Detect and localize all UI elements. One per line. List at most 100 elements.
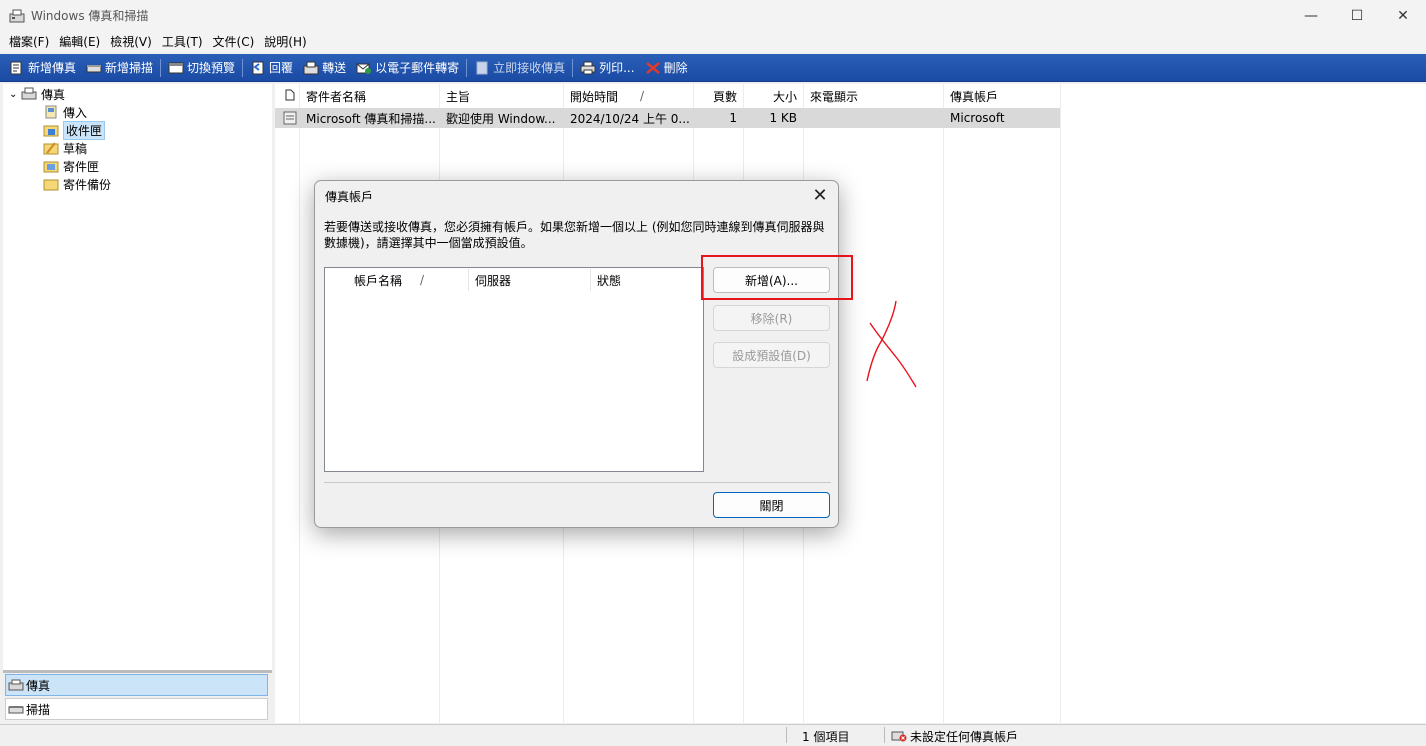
nav-scan-label: 掃描 xyxy=(26,702,51,717)
close-window-button[interactable]: ✕ xyxy=(1380,0,1426,31)
tree-root-label: 傳真 xyxy=(41,87,66,102)
delete-x-icon xyxy=(645,61,661,75)
cell-account: Microsoft xyxy=(950,111,1005,125)
receive-now-button[interactable]: 立即接收傳真 xyxy=(469,56,570,80)
reply-label: 回覆 xyxy=(269,61,294,75)
toggle-preview-button[interactable]: 切換預覽 xyxy=(163,56,240,80)
tree-item-outbox[interactable]: 寄件匣 xyxy=(43,157,99,175)
reply-icon xyxy=(250,61,266,75)
menu-view[interactable]: 檢視(V) xyxy=(105,33,157,50)
tree-item-label: 寄件匣 xyxy=(63,159,100,174)
dialog-close-button[interactable]: 關閉 xyxy=(713,492,830,518)
column-server-label: 伺服器 xyxy=(475,273,512,288)
nav-fax-label: 傳真 xyxy=(26,678,51,693)
status-account: 未設定任何傳真帳戶 xyxy=(891,728,1018,745)
tree-item-incoming[interactable]: 傳入 xyxy=(43,103,87,121)
column-sender-label: 寄件者名稱 xyxy=(306,89,367,104)
tree-item-label: 寄件備份 xyxy=(63,177,112,192)
menu-help[interactable]: 說明(H) xyxy=(259,33,311,50)
column-pages[interactable]: 頁數 xyxy=(694,84,743,108)
new-fax-button[interactable]: 新增傳真 xyxy=(4,56,81,80)
forward-email-button[interactable]: 以電子郵件轉寄 xyxy=(351,56,464,80)
menu-file[interactable]: 檔案(F) xyxy=(4,33,54,50)
print-label: 列印... xyxy=(599,61,635,75)
maximize-button[interactable]: ☐ xyxy=(1334,0,1380,31)
menu-document[interactable]: 文件(C) xyxy=(208,33,260,50)
row-fax-icon xyxy=(277,108,299,128)
column-subject[interactable]: 主旨 xyxy=(440,84,563,108)
scanner-icon xyxy=(86,61,102,75)
column-divider xyxy=(943,84,944,723)
column-account[interactable]: 傳真帳戶 xyxy=(944,84,1060,108)
column-size-label: 大小 xyxy=(772,89,797,104)
accounts-list[interactable]: 帳戶名稱 / 伺服器 狀態 xyxy=(324,267,704,472)
column-status[interactable]: 狀態 xyxy=(597,268,621,292)
dialog-close-icon[interactable]: ✕ xyxy=(810,184,830,206)
drafts-folder-icon xyxy=(43,141,59,155)
reply-button[interactable]: 回覆 xyxy=(245,56,298,80)
column-caller-id[interactable]: 來電顯示 xyxy=(804,84,943,108)
status-account-label: 未設定任何傳真帳戶 xyxy=(910,730,1019,744)
tree-root-fax[interactable]: ⌄ 傳真 xyxy=(9,85,65,103)
cell-pages: 1 xyxy=(729,111,737,125)
menu-bar: 檔案(F) 編輯(E) 檢視(V) 工具(T) 文件(C) 說明(H) xyxy=(0,31,1426,52)
cell-sender: Microsoft 傳真和掃描... xyxy=(306,111,436,126)
tree-item-label: 收件匣 xyxy=(63,120,106,140)
forward-button[interactable]: 轉送 xyxy=(298,56,351,80)
column-server[interactable]: 伺服器 xyxy=(475,268,511,292)
status-separator xyxy=(786,727,787,743)
forward-email-label: 以電子郵件轉寄 xyxy=(375,61,460,75)
remove-account-button[interactable]: 移除(R) xyxy=(713,305,830,331)
menu-edit[interactable]: 編輯(E) xyxy=(54,33,105,50)
printer-icon xyxy=(580,61,596,75)
cell-caller-id xyxy=(804,108,943,128)
title-bar: Windows 傳真和掃描 — ☐ ✕ xyxy=(0,0,1426,31)
new-scan-label: 新增掃描 xyxy=(105,61,154,75)
cell-subject: 歡迎使用 Window... xyxy=(446,111,556,126)
column-sender[interactable]: 寄件者名稱 xyxy=(300,84,439,108)
dialog-divider xyxy=(324,482,831,483)
receive-fax-icon xyxy=(474,61,490,75)
column-divider xyxy=(299,84,300,723)
minimize-button[interactable]: — xyxy=(1288,0,1334,31)
cell-start-time: 2024/10/24 上午 0... xyxy=(570,111,690,126)
annotation-x-mark xyxy=(866,300,917,388)
sort-indicator-icon: / xyxy=(640,89,645,103)
column-divider xyxy=(590,269,591,291)
dialog-description: 若要傳送或接收傳真，您必須擁有帳戶。如果您新增一個以上 (例如您同時連線到傳真伺… xyxy=(324,220,825,250)
new-fax-label: 新增傳真 xyxy=(28,61,77,75)
column-status-label: 狀態 xyxy=(597,273,622,288)
new-scan-button[interactable]: 新增掃描 xyxy=(81,56,158,80)
forward-fax-icon xyxy=(303,61,319,75)
nav-scan-button[interactable]: 掃描 xyxy=(5,698,268,720)
sort-indicator-icon: / xyxy=(420,273,425,287)
tree-item-inbox[interactable]: 收件匣 xyxy=(43,120,106,140)
toolbar-separator xyxy=(572,58,574,77)
toolbar-separator xyxy=(160,58,162,77)
set-default-button[interactable]: 設成預設值(D) xyxy=(713,342,830,368)
column-icon-header[interactable] xyxy=(279,84,299,108)
column-account-name[interactable]: 帳戶名稱 / xyxy=(354,268,424,292)
menu-tools[interactable]: 工具(T) xyxy=(157,33,208,50)
print-button[interactable]: 列印... xyxy=(575,56,639,80)
preview-icon xyxy=(168,61,184,75)
sent-folder-icon xyxy=(43,177,59,191)
inbox-folder-icon xyxy=(43,123,59,137)
tree-item-drafts[interactable]: 草稿 xyxy=(43,139,87,157)
fax-error-icon xyxy=(891,728,907,745)
column-start-time-label: 開始時間 xyxy=(570,89,619,104)
toggle-preview-label: 切換預覽 xyxy=(187,61,236,75)
column-size[interactable]: 大小 xyxy=(744,84,803,108)
nav-fax-button[interactable]: 傳真 xyxy=(5,674,268,696)
status-separator xyxy=(884,727,885,743)
tree-item-sent[interactable]: 寄件備份 xyxy=(43,175,111,193)
delete-label: 刪除 xyxy=(663,61,688,75)
column-divider xyxy=(1060,84,1061,723)
fax-accounts-dialog: 傳真帳戶 ✕ 若要傳送或接收傳真，您必須擁有帳戶。如果您新增一個以上 (例如您同… xyxy=(314,180,839,528)
column-start-time[interactable]: 開始時間 / xyxy=(564,84,693,108)
chevron-down-icon[interactable]: ⌄ xyxy=(9,89,21,100)
toolbar-separator xyxy=(242,58,244,77)
delete-button[interactable]: 刪除 xyxy=(640,56,693,80)
incoming-folder-icon xyxy=(43,105,59,119)
forward-label: 轉送 xyxy=(322,61,347,75)
